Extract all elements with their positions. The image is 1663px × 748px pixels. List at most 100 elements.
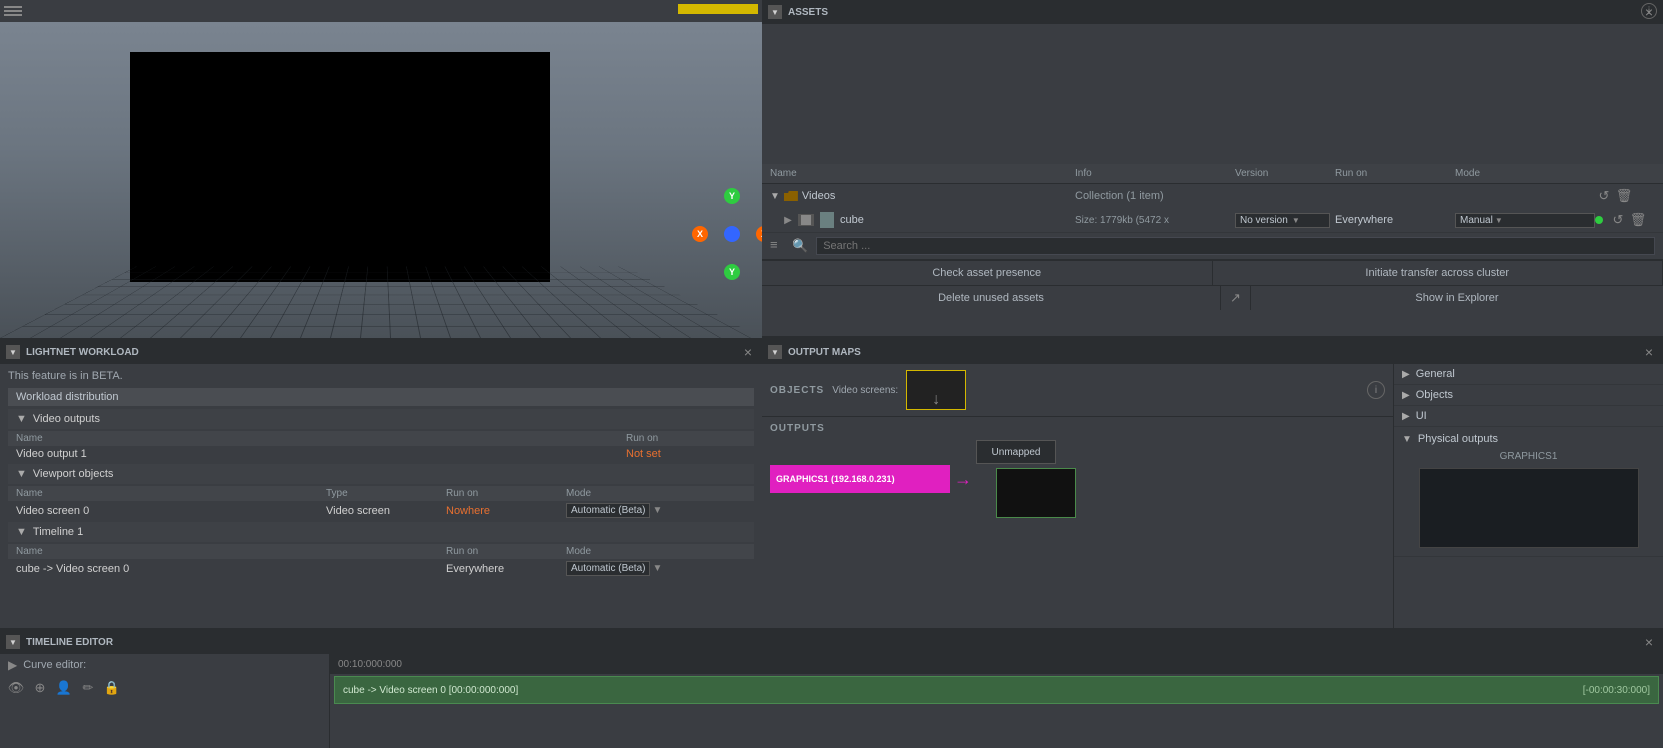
- viewport-objects-label: Viewport objects: [33, 468, 114, 480]
- cube-video-name: cube -> Video screen 0: [16, 563, 446, 575]
- graphics-node-bar[interactable]: GRAPHICS1 (192.168.0.231): [770, 465, 950, 493]
- timeline-close-button[interactable]: ×: [1641, 634, 1657, 650]
- sidebar-objects-item[interactable]: ▶ Objects: [1394, 385, 1663, 406]
- assets-header: ▼ ASSETS ×: [762, 0, 1663, 24]
- timeline-track[interactable]: cube -> Video screen 0 [00:00:000:000] […: [334, 676, 1659, 704]
- collection-name: Videos: [802, 190, 1075, 202]
- video-output-1-runon: Not set: [626, 448, 746, 460]
- col-type-label: Type: [326, 488, 446, 499]
- video-screen-0-runon: Nowhere: [446, 505, 566, 517]
- asset-mode-val: Manual: [1460, 215, 1493, 226]
- folder-icon: [784, 191, 798, 201]
- mapped-screen-thumb[interactable]: [996, 468, 1076, 518]
- curve-editor-play-btn[interactable]: ▶: [8, 658, 17, 672]
- delete-unused-assets-button[interactable]: Delete unused assets: [762, 286, 1221, 310]
- video-outputs-header: Name Run on: [8, 431, 754, 446]
- gizmo-y-bottom[interactable]: Y: [724, 264, 740, 280]
- col-name-label: Name: [16, 433, 626, 444]
- timeline-time-display: 00:10:000:000: [338, 659, 402, 670]
- timeline-cursor-icon[interactable]: ⊕: [32, 680, 48, 696]
- viewport-3d-scene[interactable]: Y X X Y: [0, 22, 762, 338]
- timeline-pen-icon[interactable]: ✏: [80, 680, 96, 696]
- video-outputs-section[interactable]: ▼ Video outputs: [8, 409, 754, 429]
- sidebar-general-label: General: [1416, 368, 1455, 380]
- asset-mode-dropdown[interactable]: Manual ▼: [1455, 213, 1595, 228]
- sidebar-ui-item[interactable]: ▶ UI: [1394, 406, 1663, 427]
- output-maps-main: OBJECTS Video screens: ↓ i OUTPUTS GRAPH…: [762, 364, 1393, 628]
- sidebar-general-triangle: ▶: [1402, 369, 1410, 380]
- cube-mode-val[interactable]: Automatic (Beta): [566, 561, 650, 576]
- assets-col-info-header: Info: [1075, 168, 1235, 179]
- sidebar-general-item[interactable]: ▶ General: [1394, 364, 1663, 385]
- unmapped-box[interactable]: Unmapped: [976, 440, 1056, 464]
- lightnet-close-button[interactable]: ×: [740, 344, 756, 360]
- objects-label: OBJECTS: [770, 385, 824, 396]
- output-maps-close-button[interactable]: ×: [1641, 344, 1657, 360]
- show-explorer-export-icon[interactable]: ↗: [1221, 286, 1251, 310]
- physical-outputs-section: ▼ Physical outputs GRAPHICS1: [1394, 427, 1663, 557]
- assets-col-runon-header: Run on: [1335, 168, 1455, 179]
- output-maps-sidebar: ▶ General ▶ Objects ▶ UI ▼ Physic: [1393, 364, 1663, 628]
- timeline-1-header: Name Run on Mode: [8, 544, 754, 559]
- col-mode-label: Mode: [566, 488, 746, 499]
- gizmo-y-top[interactable]: Y: [724, 188, 740, 204]
- video-screen-0-name: Video screen 0: [16, 505, 326, 517]
- asset-version-dropdown[interactable]: No version ▼: [1235, 213, 1335, 228]
- asset-status-dot: [1595, 216, 1603, 224]
- tl-col-runon: Run on: [446, 546, 566, 557]
- lightnet-title: LIGHTNET WORKLOAD: [26, 347, 139, 358]
- gizmo-x-right[interactable]: X: [756, 226, 762, 242]
- viewport-objects-triangle: ▼: [16, 468, 27, 480]
- timeline-track-area: cube -> Video screen 0 [00:00:000:000] […: [330, 674, 1663, 748]
- video-screen-mode-val[interactable]: Automatic (Beta): [566, 503, 650, 518]
- viewport-objects-section[interactable]: ▼ Viewport objects: [8, 464, 754, 484]
- lightnet-header: ▼ LIGHTNET WORKLOAD ×: [0, 340, 762, 364]
- info-icon[interactable]: i: [1367, 381, 1385, 399]
- assets-collection-row[interactable]: ▼ Videos Collection (1 item) ↺ 🗑: [762, 184, 1663, 208]
- graphics1-screen[interactable]: [1419, 468, 1639, 548]
- track-label: cube -> Video screen 0 [00:00:000:000]: [343, 685, 518, 696]
- curve-editor-row: ▶ Curve editor:: [8, 658, 321, 672]
- asset-play-button[interactable]: ▶: [782, 214, 794, 226]
- outputs-label: OUTPUTS: [770, 423, 1385, 434]
- collection-delete-btn[interactable]: 🗑: [1615, 187, 1633, 205]
- timeline-person-icon[interactable]: 👤: [56, 680, 72, 696]
- assets-title: ASSETS: [788, 7, 828, 18]
- timeline-1-section[interactable]: ▼ Timeline 1: [8, 522, 754, 542]
- collection-info: Collection (1 item): [1075, 190, 1235, 202]
- outputs-section: OUTPUTS GRAPHICS1 (192.168.0.231) → Unma…: [762, 417, 1393, 628]
- video-screen-0-mode: Automatic (Beta) ▼: [566, 503, 746, 518]
- timeline-lock-icon[interactable]: 🔒: [104, 680, 120, 696]
- asset-info: Size: 1779kb (5472 x: [1075, 215, 1235, 226]
- cube-video-row: cube -> Video screen 0 Everywhere Automa…: [8, 559, 754, 578]
- assets-search-input[interactable]: [816, 237, 1655, 255]
- output-maps-panel: ▼ OUTPUT MAPS × OBJECTS Video screens: ↓…: [762, 338, 1663, 628]
- timeline-eye-icon[interactable]: 👁: [8, 680, 24, 696]
- video-screen-0-row: Video screen 0 Video screen Nowhere Auto…: [8, 501, 754, 520]
- physical-outputs-label: Physical outputs: [1418, 433, 1498, 445]
- video-outputs-label: Video outputs: [33, 413, 100, 425]
- asset-runon: Everywhere: [1335, 214, 1455, 226]
- asset-thumb: [798, 214, 814, 226]
- asset-delete-btn[interactable]: 🗑: [1629, 211, 1647, 229]
- timeline-time-header: 00:10:000:000 i: [330, 654, 1663, 674]
- assets-pin-icon: ▼: [768, 5, 782, 19]
- curve-editor-label: Curve editor:: [23, 659, 86, 671]
- gizmo-x-left[interactable]: X: [692, 226, 708, 242]
- physical-outputs-triangle: ▼: [1402, 434, 1412, 445]
- show-explorer-button[interactable]: Show in Explorer: [1251, 286, 1663, 310]
- assets-table-header: Name Info Version Run on Mode: [762, 164, 1663, 184]
- viewport-menu-icon: [4, 6, 22, 16]
- bar-arrow: →: [954, 469, 972, 490]
- timeline-header: ▼ TIMELINE EDITOR ×: [0, 630, 1663, 654]
- tl-col-mode: Mode: [566, 546, 746, 557]
- check-asset-presence-button[interactable]: Check asset presence: [762, 261, 1213, 285]
- asset-refresh-btn[interactable]: ↺: [1609, 211, 1627, 229]
- assets-menu-icon[interactable]: ≡: [770, 237, 788, 255]
- col-runon-label: Run on: [626, 433, 746, 444]
- video-screen-thumb[interactable]: ↓: [906, 370, 966, 410]
- initiate-transfer-button[interactable]: Initiate transfer across cluster: [1213, 261, 1663, 285]
- gizmo-center[interactable]: [724, 226, 740, 242]
- collection-refresh-btn[interactable]: ↺: [1595, 187, 1613, 205]
- physical-outputs-label-row[interactable]: ▼ Physical outputs: [1402, 431, 1655, 449]
